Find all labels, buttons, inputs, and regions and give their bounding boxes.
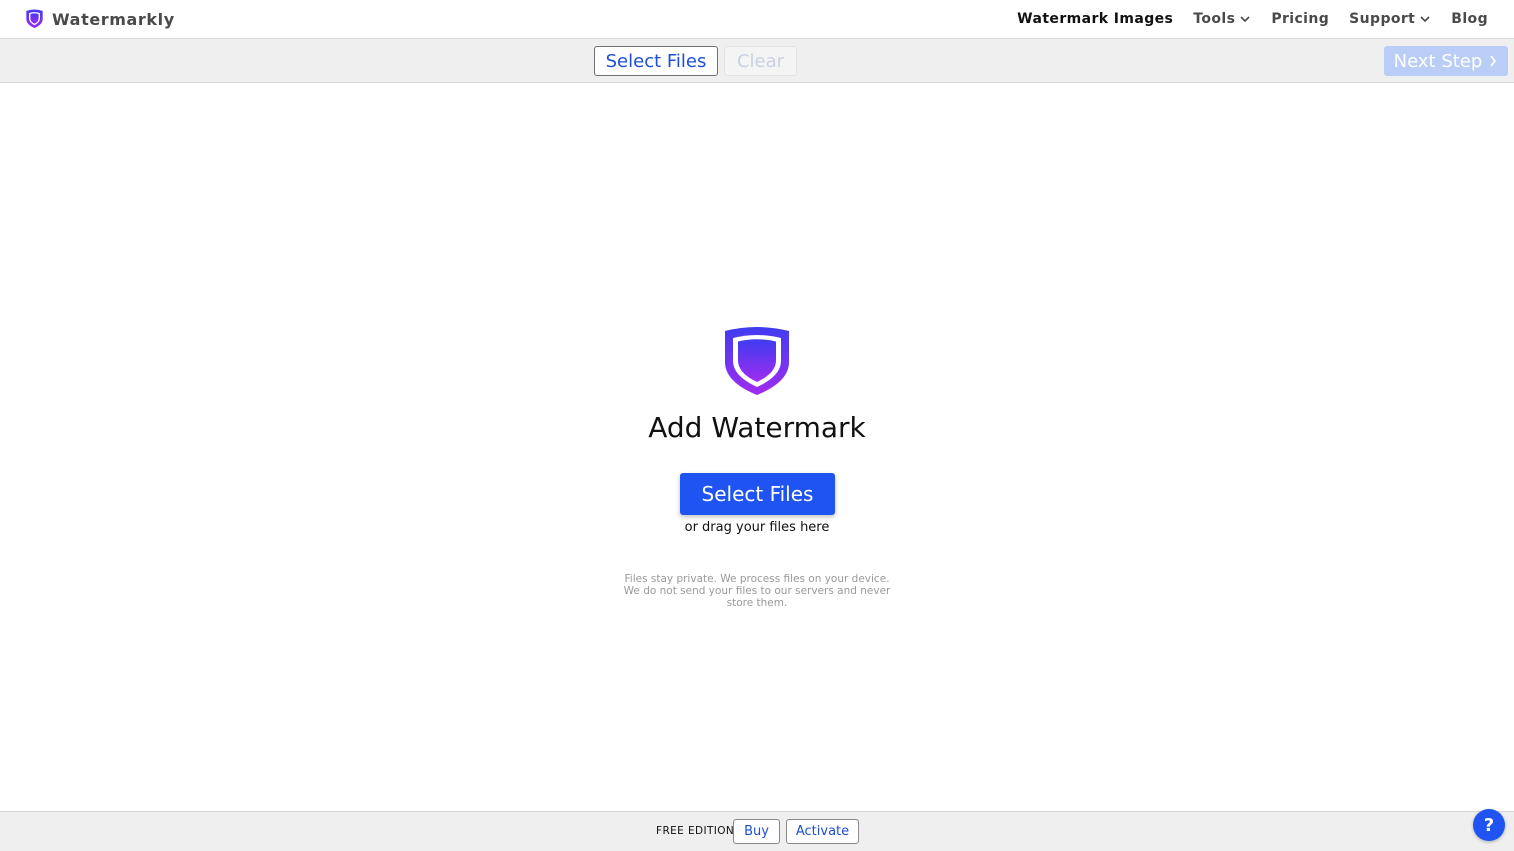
page-title: Add Watermark <box>648 411 866 444</box>
chevron-right-icon <box>1490 55 1497 67</box>
nav-support[interactable]: Support <box>1349 11 1431 27</box>
brand-logo-link[interactable]: Watermarkly <box>25 9 175 29</box>
nav-label: Support <box>1349 11 1416 27</box>
nav-label: Pricing <box>1271 11 1330 27</box>
top-navigation: Watermarkly Watermark Images Tools Prici… <box>0 0 1514 39</box>
footer-bar: FREE EDITION Buy Activate <box>0 811 1514 851</box>
activate-button[interactable]: Activate <box>786 819 859 844</box>
edition-label: FREE EDITION <box>656 825 735 837</box>
help-icon: ? <box>1483 814 1495 836</box>
toolbar-select-files-button[interactable]: Select Files <box>594 46 718 76</box>
toolbar: Select Files Clear Next Step <box>0 39 1514 83</box>
drag-drop-hint: or drag your files here <box>684 520 830 535</box>
nav-pricing[interactable]: Pricing <box>1271 11 1329 27</box>
nav-label: Tools <box>1193 11 1236 27</box>
help-button[interactable]: ? <box>1473 809 1505 841</box>
shield-logo-icon <box>26 9 43 29</box>
nav-links: Watermark Images Tools Pricing Support B… <box>997 11 1488 27</box>
nav-tools[interactable]: Tools <box>1193 11 1251 27</box>
chevron-down-icon <box>1420 16 1430 23</box>
nav-label: Blog <box>1451 11 1488 27</box>
buy-button[interactable]: Buy <box>733 819 780 844</box>
privacy-note: Files stay private. We process files on … <box>623 573 891 609</box>
nav-watermark-images[interactable]: Watermark Images <box>1017 11 1173 27</box>
brand-name: Watermarkly <box>52 9 175 29</box>
next-step-label: Next Step <box>1393 50 1483 72</box>
toolbar-clear-button[interactable]: Clear <box>724 46 797 76</box>
shield-logo-icon <box>725 327 789 395</box>
select-files-button[interactable]: Select Files <box>680 473 835 515</box>
nav-blog[interactable]: Blog <box>1451 11 1488 27</box>
nav-label: Watermark Images <box>1017 11 1174 27</box>
chevron-down-icon <box>1240 16 1250 23</box>
next-step-button[interactable]: Next Step <box>1384 46 1508 76</box>
